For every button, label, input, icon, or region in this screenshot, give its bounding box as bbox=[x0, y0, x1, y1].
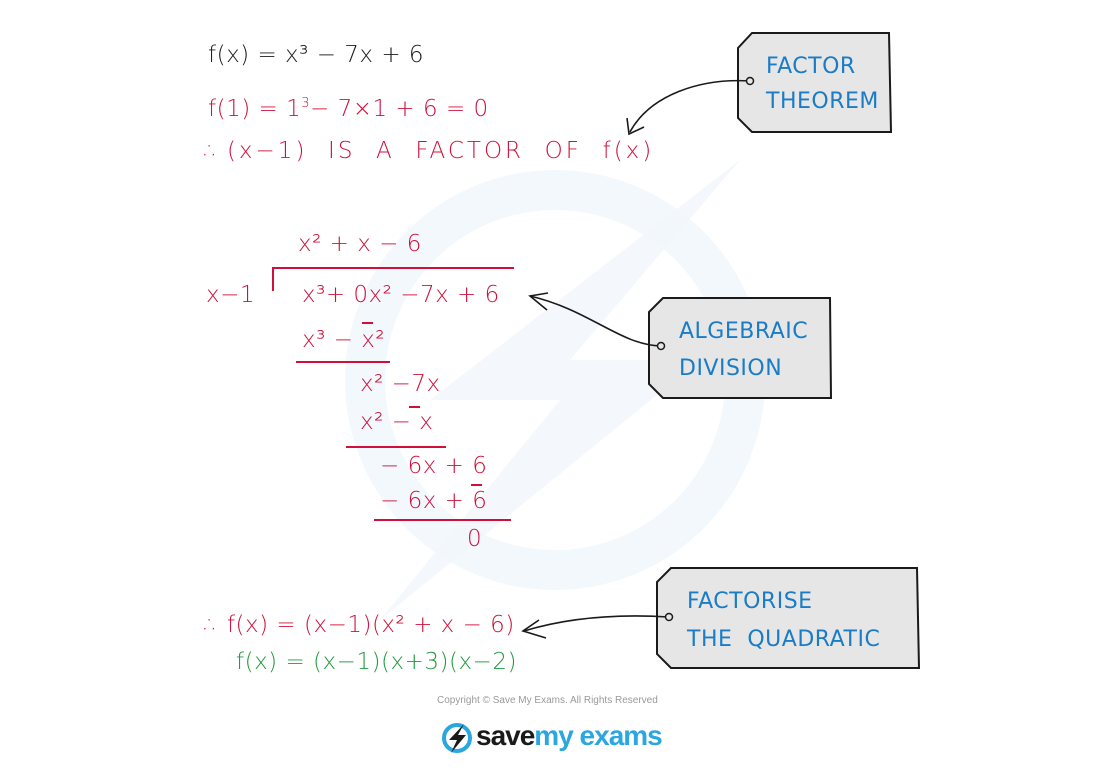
brand-save: save bbox=[476, 720, 535, 751]
tag-hole-icon bbox=[745, 76, 755, 86]
tag-algebraic-division-line-1: ALGEBRAIC bbox=[679, 319, 809, 344]
tag-factor-theorem-line-2: THEOREM bbox=[766, 89, 879, 114]
brand-myexams: my exams bbox=[534, 720, 662, 751]
arrow-factor-theorem bbox=[629, 79, 751, 133]
tag-algebraic-division-line-2: DIVISION bbox=[679, 356, 783, 381]
arrowhead-icon bbox=[521, 619, 547, 639]
tag-factorise-line-1: FACTORISE bbox=[687, 589, 813, 614]
arrowhead-icon bbox=[528, 292, 549, 311]
lightning-bolt-icon bbox=[442, 723, 472, 753]
tag-factorise-line-2: THE QUADRATIC bbox=[687, 627, 881, 652]
copyright-text: Copyright © Save My Exams. All Rights Re… bbox=[437, 695, 658, 706]
arrow-algebraic-division bbox=[529, 295, 662, 347]
tag-hole-icon bbox=[656, 341, 666, 351]
brand-logo: savemy exams bbox=[476, 720, 663, 752]
tag-factor-theorem-line-1: FACTOR bbox=[766, 54, 856, 79]
annotation-graphics bbox=[521, 32, 921, 669]
arrow-factorise bbox=[523, 615, 670, 632]
tag-hole-icon bbox=[664, 612, 674, 622]
